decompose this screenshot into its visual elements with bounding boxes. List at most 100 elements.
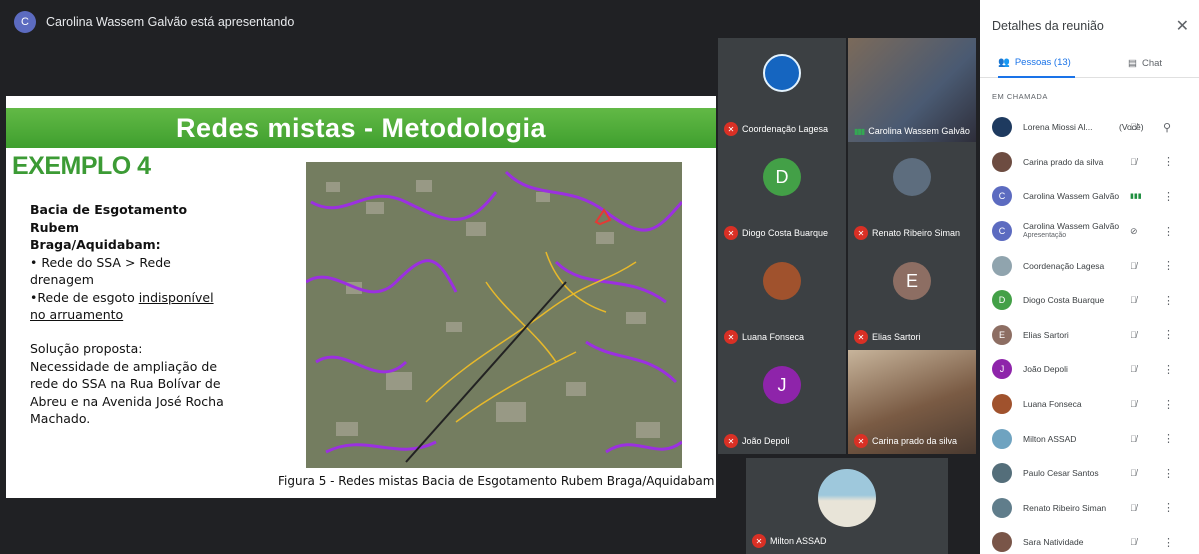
- mic-off-icon: 🎙̸: [1130, 156, 1137, 167]
- slide-heading-line1: Bacia de Esgotamento Rubem: [30, 202, 188, 235]
- participant-row[interactable]: J João Depoli 🎙̸ ⋮: [980, 352, 1199, 387]
- solution-label: Solução proposta:: [30, 341, 143, 356]
- tile-name: Renato Ribeiro Siman: [872, 228, 961, 238]
- participant-name: Paulo Cesar Santos: [1023, 468, 1123, 478]
- participant-row[interactable]: Luana Fonseca 🎙̸ ⋮: [980, 387, 1199, 422]
- mic-off-icon: ✕: [724, 122, 738, 136]
- presentation-stage: C Carolina Wassem Galvão está apresentan…: [0, 0, 980, 554]
- participant-name-text: Coordenação Lagesa: [1023, 260, 1105, 271]
- participant-name: Carolina Wassem Galvão: [1023, 191, 1123, 201]
- avatar: J: [992, 359, 1012, 380]
- close-icon[interactable]: ✕: [1176, 16, 1189, 36]
- participant-row[interactable]: Renato Ribeiro Siman 🎙̸ ⋮: [980, 491, 1199, 526]
- participant-name-text: Elias Sartori: [1023, 329, 1069, 340]
- slide-solution: Solução proposta: Necessidade de ampliaç…: [30, 340, 240, 428]
- more-options-icon[interactable]: ⋮: [1163, 467, 1174, 480]
- mic-off-icon: 🎙̸: [1130, 502, 1137, 513]
- more-options-icon[interactable]: ⋮: [1163, 328, 1174, 341]
- video-tile[interactable]: ✕ Renato Ribeiro Siman: [848, 142, 976, 246]
- mic-off-icon: 🎙̸: [1130, 122, 1137, 133]
- more-options-icon[interactable]: ⋮: [1163, 259, 1174, 272]
- more-options-icon[interactable]: ⋮: [1163, 155, 1174, 168]
- mic-off-icon: 🎙̸: [1130, 364, 1137, 375]
- tab-people[interactable]: 👥 Pessoas (13): [998, 48, 1075, 78]
- participant-name: Sara Natividade: [1023, 537, 1123, 547]
- more-options-icon[interactable]: ⋮: [1163, 294, 1174, 307]
- avatar: C: [992, 186, 1012, 207]
- slide-bullet-1: • Rede do SSA > Rede drenagem: [30, 254, 171, 288]
- video-tile[interactable]: ▮▮▮ Carolina Wassem Galvão: [848, 38, 976, 142]
- participant-row[interactable]: Coordenação Lagesa 🎙̸ ⋮: [980, 248, 1199, 283]
- avatar: D: [763, 158, 801, 197]
- participant-name: Carolina Wassem Galvão Apresentação: [1023, 221, 1123, 241]
- participant-row[interactable]: D Diogo Costa Buarque 🎙̸ ⋮: [980, 283, 1199, 318]
- figure-caption: Figura 5 - Redes mistas Bacia de Esgotam…: [278, 474, 715, 488]
- avatar: [992, 255, 1012, 276]
- participant-name-text: Lorena Miossi Al...: [1023, 122, 1093, 133]
- tile-name: Carolina Wassem Galvão: [868, 126, 970, 136]
- participant-row[interactable]: Lorena Miossi Al... (Você) 🎙̸ ⚲: [980, 110, 1199, 145]
- mic-off-icon: 🎙̸: [1130, 433, 1137, 444]
- speaking-icon: ▮▮▮: [1130, 193, 1142, 201]
- avatar: [893, 158, 931, 197]
- participant-name: Milton ASSAD: [1023, 434, 1123, 444]
- video-tile[interactable]: ✕ Milton ASSAD: [746, 458, 948, 554]
- mic-off-icon: ✕: [724, 330, 738, 344]
- lagesa-logo-icon: [763, 54, 801, 93]
- participant-row[interactable]: C Carolina Wassem Galvão Apresentação ⊘ ⋮: [980, 214, 1199, 249]
- mic-off-icon: 🎙̸: [1130, 399, 1137, 410]
- video-tile[interactable]: ✕ Luana Fonseca: [718, 246, 846, 350]
- mic-off-icon: 🎙̸: [1130, 329, 1137, 340]
- participant-row[interactable]: E Elias Sartori 🎙̸ ⋮: [980, 318, 1199, 353]
- mic-off-icon: 🎙̸: [1130, 468, 1137, 479]
- tile-name: João Depoli: [742, 436, 790, 446]
- aerial-map-image: [306, 162, 682, 468]
- participant-name-text: Sara Natividade: [1023, 537, 1084, 548]
- solution-text: Necessidade de ampliação de rede do SSA …: [30, 358, 224, 427]
- more-options-icon[interactable]: ⋮: [1163, 225, 1174, 238]
- more-options-icon[interactable]: ⋮: [1163, 363, 1174, 376]
- shared-slide: Redes mistas - Metodologia EXEMPLO 4 Bac…: [6, 96, 716, 498]
- more-options-icon[interactable]: ⋮: [1163, 432, 1174, 445]
- participant-name: Luana Fonseca: [1023, 399, 1123, 409]
- section-label: EM CHAMADA: [992, 92, 1048, 101]
- tile-name: Luana Fonseca: [742, 332, 805, 342]
- participant-row[interactable]: Milton ASSAD 🎙̸ ⋮: [980, 421, 1199, 456]
- video-tile[interactable]: D ✕ Diogo Costa Buarque: [718, 142, 846, 246]
- meeting-details-panel: Detalhes da reunião ✕ 👥 Pessoas (13) ▤ Cha…: [980, 0, 1199, 554]
- speaking-icon: ▮▮▮: [854, 126, 865, 136]
- tab-chat[interactable]: ▤ Chat: [1128, 48, 1162, 78]
- video-tile[interactable]: J ✕ João Depoli: [718, 350, 846, 454]
- participant-name: Lorena Miossi Al...: [1023, 122, 1123, 132]
- tile-name: Elias Sartori: [872, 332, 921, 342]
- slide-bullet-2: •Rede de esgoto indisponível no arruamen…: [30, 289, 230, 324]
- video-tile[interactable]: ✕ Coordenação Lagesa: [718, 38, 846, 142]
- more-options-icon[interactable]: ⋮: [1163, 398, 1174, 411]
- avatar: [992, 497, 1012, 518]
- more-options-icon[interactable]: ⋮: [1163, 190, 1174, 203]
- participant-row[interactable]: Paulo Cesar Santos 🎙̸ ⋮: [980, 456, 1199, 491]
- avatar: E: [893, 262, 931, 301]
- more-options-icon[interactable]: ⋮: [1163, 536, 1174, 549]
- video-tile[interactable]: E ✕ Elias Sartori: [848, 246, 976, 350]
- tile-name: Coordenação Lagesa: [742, 124, 829, 134]
- avatar: [992, 463, 1012, 484]
- participant-name-text: Diogo Costa Buarque: [1023, 295, 1105, 306]
- participant-name-text: Luana Fonseca: [1023, 399, 1082, 410]
- avatar: C: [992, 221, 1012, 242]
- participant-name-text: Milton ASSAD: [1023, 433, 1077, 444]
- panel-title: Detalhes da reunião: [992, 19, 1104, 33]
- avatar: [992, 532, 1012, 553]
- more-options-icon[interactable]: ⋮: [1163, 501, 1174, 514]
- participant-row[interactable]: C Carolina Wassem Galvão ▮▮▮ ⋮: [980, 179, 1199, 214]
- slide-example-heading: EXEMPLO 4: [12, 152, 151, 180]
- participant-row[interactable]: Sara Natividade 🎙̸ ⋮: [980, 525, 1199, 554]
- presenter-avatar: C: [14, 11, 36, 33]
- avatar: [763, 262, 801, 301]
- mic-off-icon: 🎙̸: [1130, 537, 1137, 548]
- video-tile[interactable]: ✕ Carina prado da silva: [848, 350, 976, 454]
- participant-name: Carina prado da silva: [1023, 157, 1123, 167]
- pin-icon[interactable]: ⚲: [1163, 121, 1171, 134]
- participant-name: João Depoli: [1023, 364, 1123, 374]
- participant-row[interactable]: Carina prado da silva 🎙̸ ⋮: [980, 145, 1199, 180]
